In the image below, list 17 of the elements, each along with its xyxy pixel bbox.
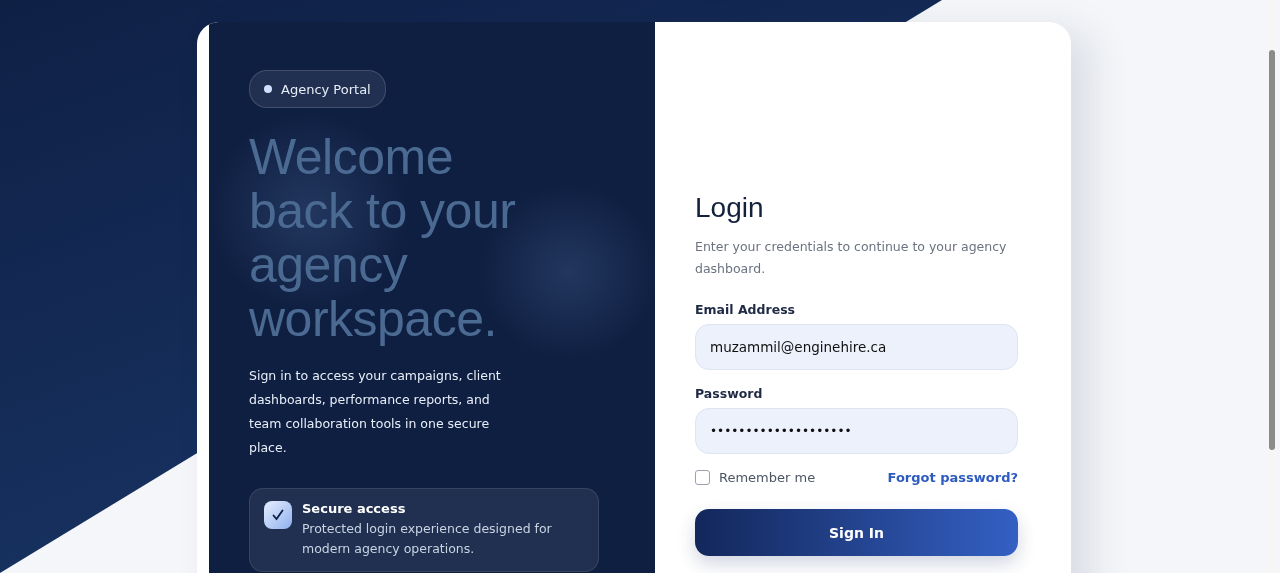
feature-title: Secure access xyxy=(302,501,407,516)
welcome-heading: Welcome back to your agency workspace. xyxy=(249,130,517,346)
welcome-text: Sign in to access your campaigns, client dashboards, performance reports, and team collaboration tools in one secure place. xyxy=(249,367,502,457)
forgot-password-link[interactable]: Forgot password? xyxy=(887,470,1018,485)
remember-label: Remember me xyxy=(719,470,816,485)
field-label: Password xyxy=(695,386,764,401)
field-label: Email Address xyxy=(695,302,796,317)
remember-checkbox[interactable] xyxy=(695,470,710,485)
checkmark-icon xyxy=(264,501,292,529)
feature-text: Protected login experience designed for modern agency operations. xyxy=(302,520,553,558)
password-field[interactable]: •••••••••••••••••••• xyxy=(695,408,1018,454)
dot-icon xyxy=(264,85,272,93)
badge-label: Agency Portal xyxy=(281,81,371,97)
sign-in-button[interactable]: Sign In xyxy=(695,509,1018,556)
login-title: Login xyxy=(695,192,765,224)
email-field[interactable]: muzammil@enginehire.ca xyxy=(695,324,1018,370)
login-subtitle: Enter your credentials to continue to your agency dashboard. xyxy=(695,238,1008,278)
